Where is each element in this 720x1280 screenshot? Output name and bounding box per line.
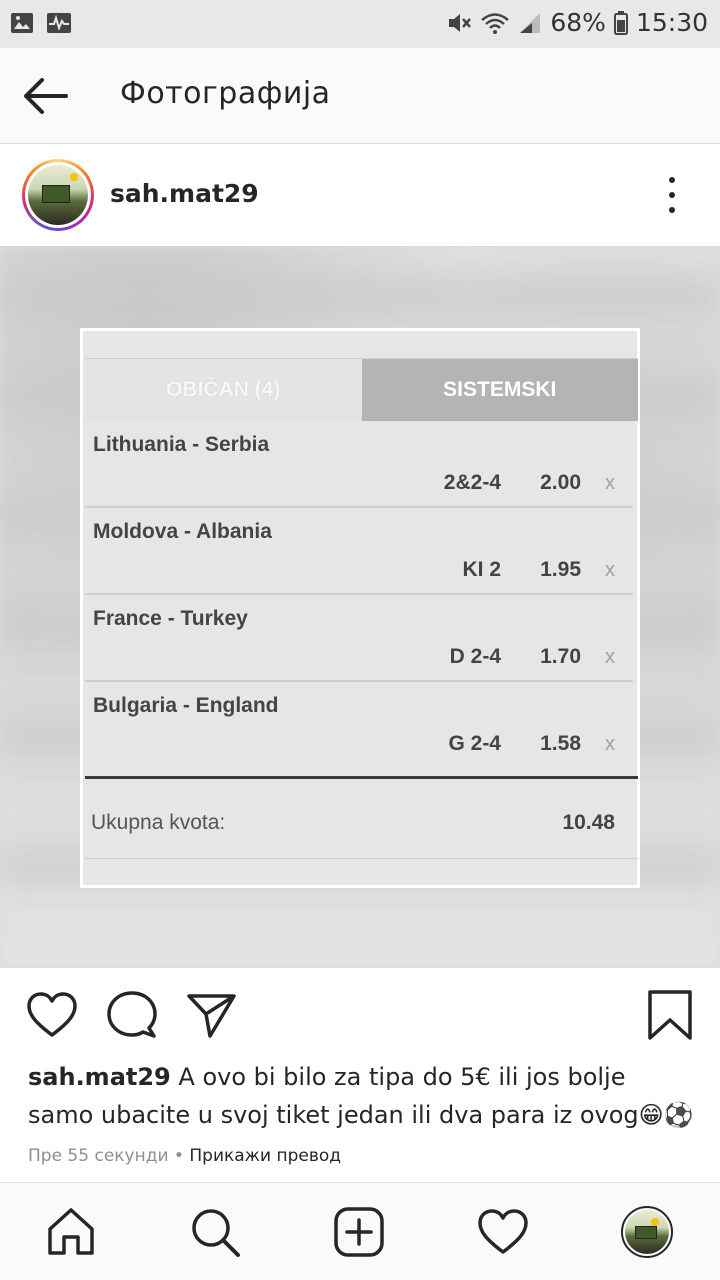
nav-search[interactable] <box>188 1205 242 1259</box>
new-post-icon <box>334 1207 384 1257</box>
post-meta: Пре 55 секунди • Прикажи превод <box>28 1146 341 1166</box>
match-odd: 1.70 <box>540 645 581 668</box>
share-button[interactable] <box>186 990 238 1042</box>
activity-heart-icon <box>478 1209 528 1254</box>
ticket-tabs: OBIČAN (4) SISTEMSKI <box>85 359 638 421</box>
bookmark-icon <box>648 990 692 1040</box>
avatar-image <box>625 1210 669 1254</box>
wifi-icon <box>480 11 510 35</box>
match-name: Bulgaria - England <box>93 694 279 717</box>
total-odds-value: 10.48 <box>562 811 615 834</box>
bet-ticket: OBIČAN (4) SISTEMSKI Lithuania - Serbia … <box>80 328 640 888</box>
nav-activity[interactable] <box>476 1205 530 1259</box>
bottom-nav <box>0 1182 720 1280</box>
divider <box>85 858 638 859</box>
share-icon <box>187 994 236 1038</box>
match-name: Lithuania - Serbia <box>93 433 270 456</box>
back-button[interactable] <box>18 74 76 118</box>
nav-profile[interactable] <box>620 1205 674 1259</box>
remove-match-button[interactable]: x <box>605 559 615 582</box>
home-icon <box>48 1208 94 1255</box>
match-odd: 1.95 <box>540 558 581 581</box>
post-actions <box>0 968 720 1060</box>
nav-home[interactable] <box>44 1205 98 1259</box>
match-pick: G 2-4 <box>448 732 501 755</box>
image-icon <box>10 12 34 34</box>
more-options-button[interactable] <box>660 177 684 213</box>
search-icon <box>192 1209 240 1257</box>
match-pick: D 2-4 <box>449 645 501 668</box>
caption-username[interactable]: sah.mat29 <box>28 1063 171 1091</box>
tab-obican[interactable]: OBIČAN (4) <box>85 359 362 421</box>
match-pick: 2&2-4 <box>443 471 501 494</box>
post-header: sah.mat29 <box>0 145 720 245</box>
match-odd: 2.00 <box>540 471 581 494</box>
page-title: Фотографија <box>120 76 331 111</box>
battery-percent: 68% <box>550 8 606 37</box>
remove-match-button[interactable]: x <box>605 733 615 756</box>
profile-avatar <box>621 1206 673 1258</box>
comment-button[interactable] <box>106 990 158 1042</box>
comment-icon <box>107 991 157 1038</box>
match-name: France - Turkey <box>93 607 248 630</box>
post-photo[interactable]: OBIČAN (4) SISTEMSKI Lithuania - Serbia … <box>0 246 720 968</box>
clock: 15:30 <box>635 8 708 37</box>
mute-icon <box>446 11 472 35</box>
remove-match-button[interactable]: x <box>605 472 615 495</box>
post-caption: sah.mat29 A ovo bi bilo za tipa do 5€ il… <box>28 1058 698 1134</box>
arrow-left-icon <box>24 78 68 114</box>
more-vertical-icon <box>669 177 675 183</box>
meta-separator: • <box>168 1146 190 1166</box>
remove-match-button[interactable]: x <box>605 646 615 669</box>
post-username[interactable]: sah.mat29 <box>110 179 259 208</box>
signal-icon <box>518 11 542 35</box>
tab-sistemski[interactable]: SISTEMSKI <box>361 359 638 421</box>
match-name: Moldova - Albania <box>93 520 272 543</box>
app-header: Фотографија <box>0 48 720 144</box>
post-time: Пре 55 секунди <box>28 1146 169 1166</box>
match-pick: KI 2 <box>462 558 501 581</box>
activity-icon <box>46 12 72 34</box>
match-row: France - Turkey D 2-4 1.70 x <box>85 595 633 682</box>
like-button[interactable] <box>26 990 78 1042</box>
divider <box>85 776 638 779</box>
show-translation-link[interactable]: Прикажи превод <box>189 1146 341 1166</box>
avatar-image <box>28 165 88 225</box>
nav-new-post[interactable] <box>332 1205 386 1259</box>
match-row: Moldova - Albania KI 2 1.95 x <box>85 508 633 595</box>
match-row: Bulgaria - England G 2-4 1.58 x <box>85 682 633 769</box>
match-row: Lithuania - Serbia 2&2-4 2.00 x <box>85 421 633 508</box>
total-odds-label: Ukupna kvota: <box>91 811 226 834</box>
status-bar: 68% 15:30 <box>0 0 720 48</box>
heart-icon <box>27 992 77 1037</box>
avatar[interactable] <box>22 159 94 231</box>
save-button[interactable] <box>644 990 696 1042</box>
battery-icon <box>613 10 628 35</box>
match-odd: 1.58 <box>540 732 581 755</box>
